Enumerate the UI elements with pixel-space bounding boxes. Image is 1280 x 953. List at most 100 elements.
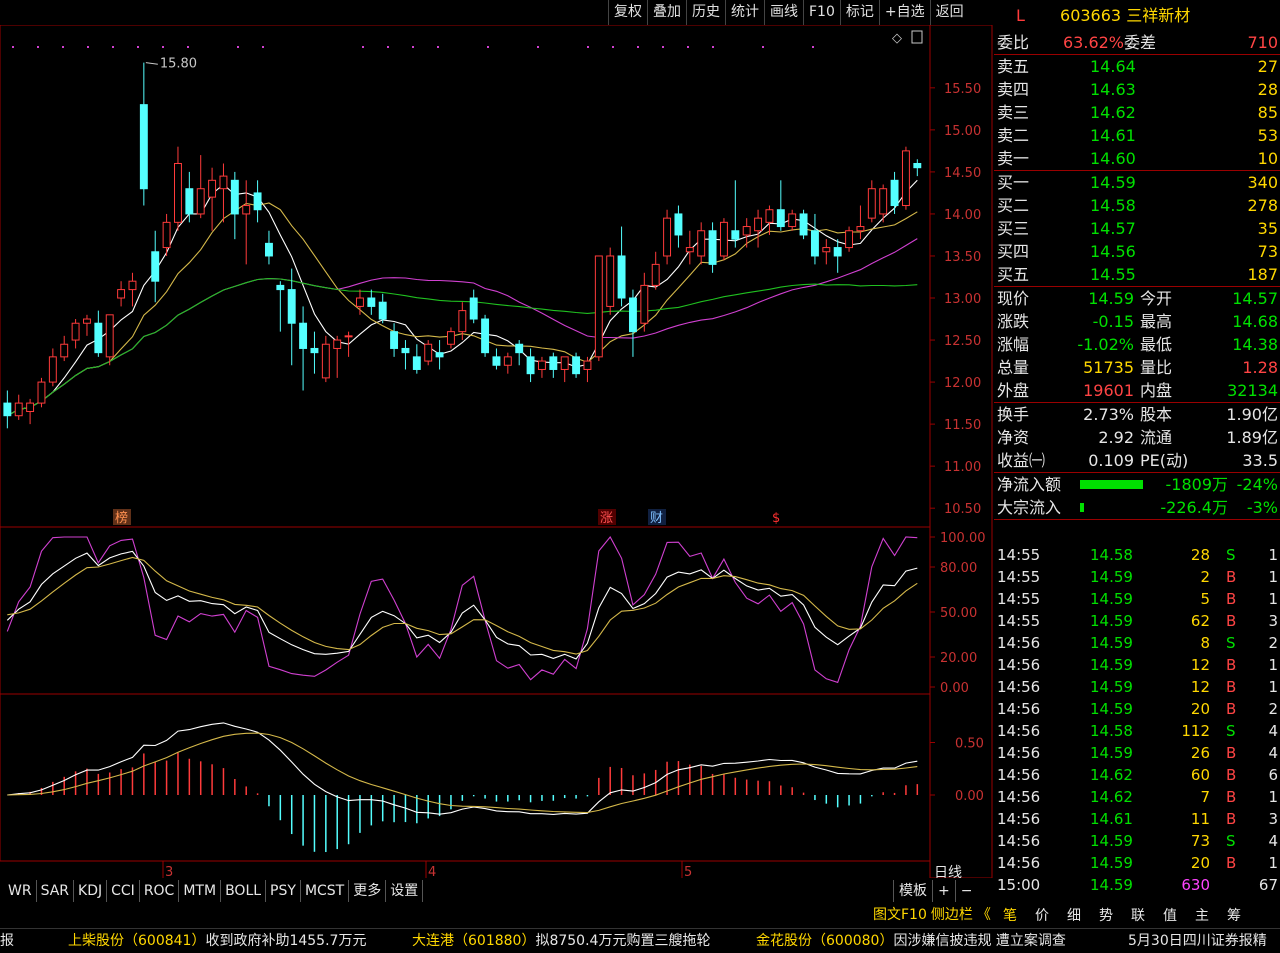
- side-button[interactable]: 《: [975, 904, 993, 926]
- candle-body[interactable]: [550, 357, 557, 370]
- candle-body[interactable]: [538, 361, 545, 369]
- tick-list[interactable]: 14:55 14.58 28 S 1 14:55 14.59 2 B 1 14:55 14.59 5 B 1…: [994, 544, 1280, 896]
- candle-body[interactable]: [789, 214, 796, 227]
- news-ticker[interactable]: 报上柴股份（600841）收到政府补助1455.7万元 大连港（601880）拟8…: [0, 928, 1280, 953]
- candle-body[interactable]: [129, 281, 136, 289]
- candle-body[interactable]: [277, 285, 284, 289]
- bids-row[interactable]: 买二 14.58 278: [994, 194, 1280, 217]
- news-item[interactable]: 报: [0, 929, 14, 953]
- candle-body[interactable]: [27, 403, 34, 411]
- detail-tab[interactable]: 筹: [1218, 904, 1250, 928]
- candle-body[interactable]: [470, 298, 477, 319]
- kline-chart[interactable]: 15.50 15.00 14.50 14.00 13.50 13.00 12.50 12.00…: [0, 25, 993, 878]
- detail-tab[interactable]: 势: [1090, 904, 1122, 928]
- candle-body[interactable]: [573, 357, 580, 374]
- candle-body[interactable]: [197, 189, 204, 214]
- candle-body[interactable]: [391, 332, 398, 349]
- asks-row[interactable]: 卖一 14.60 10: [994, 147, 1280, 170]
- candle-body[interactable]: [436, 353, 443, 357]
- asks-row[interactable]: 卖五 14.64 27: [994, 55, 1280, 78]
- toolbar-button[interactable]: 返回: [930, 0, 969, 25]
- asks-row[interactable]: 卖三 14.62 85: [994, 101, 1280, 124]
- kline-chart-panel[interactable]: 15.50 15.00 14.50 14.00 13.50 13.00 12.50 12.00…: [0, 25, 993, 878]
- candle-body[interactable]: [629, 298, 636, 332]
- candle-body[interactable]: [618, 256, 625, 298]
- candle-body[interactable]: [834, 248, 841, 256]
- news-item[interactable]: 大连港（601880）拟8750.4万元购置三艘拖轮: [412, 929, 710, 953]
- candle-body[interactable]: [413, 357, 420, 370]
- candle-body[interactable]: [891, 180, 898, 205]
- detail-tab[interactable]: 值: [1154, 904, 1186, 928]
- toolbar-button[interactable]: 画线: [764, 0, 803, 25]
- candle-body[interactable]: [777, 210, 784, 227]
- candle-body[interactable]: [664, 218, 671, 256]
- detail-tab[interactable]: 主: [1186, 904, 1218, 928]
- candle-body[interactable]: [823, 248, 830, 252]
- candle-body[interactable]: [84, 319, 91, 323]
- indicator-tab[interactable]: MTM: [179, 880, 221, 902]
- period-label[interactable]: 日线: [934, 862, 962, 882]
- toolbar-button[interactable]: 叠加: [647, 0, 686, 25]
- indicator-tab[interactable]: CCI: [107, 880, 140, 902]
- candle-body[interactable]: [379, 302, 386, 319]
- candle-body[interactable]: [288, 290, 295, 324]
- candle-body[interactable]: [868, 189, 875, 218]
- candle-body[interactable]: [652, 264, 659, 285]
- candle-body[interactable]: [800, 214, 807, 235]
- candle-body[interactable]: [402, 348, 409, 352]
- detail-tab[interactable]: 细: [1058, 904, 1090, 928]
- candle-body[interactable]: [345, 336, 352, 337]
- indicator-tab[interactable]: SAR: [37, 880, 74, 902]
- side-button[interactable]: 图文F10: [871, 904, 929, 926]
- indicator-tab[interactable]: 设置: [386, 880, 423, 902]
- event-marker[interactable]: 榜: [115, 510, 128, 526]
- bids-row[interactable]: 买四 14.56 73: [994, 240, 1280, 263]
- candle-body[interactable]: [584, 361, 591, 369]
- candle-body[interactable]: [334, 340, 341, 348]
- candle-body[interactable]: [914, 163, 921, 167]
- toolbar-button[interactable]: +自选: [879, 0, 930, 25]
- candle-body[interactable]: [459, 311, 466, 332]
- candle-body[interactable]: [175, 163, 182, 222]
- candle-body[interactable]: [709, 231, 716, 265]
- candle-body[interactable]: [254, 193, 261, 210]
- toolbar-button[interactable]: 统计: [725, 0, 764, 25]
- candle-body[interactable]: [447, 332, 454, 345]
- candle-body[interactable]: [140, 105, 147, 189]
- candle-body[interactable]: [425, 344, 432, 361]
- event-marker[interactable]: 财: [650, 511, 663, 526]
- candle-body[interactable]: [152, 252, 159, 281]
- bids-row[interactable]: 买三 14.57 35: [994, 217, 1280, 240]
- event-marker[interactable]: 涨: [600, 511, 613, 526]
- bids-row[interactable]: 买一 14.59 340: [994, 171, 1280, 194]
- template-tab[interactable]: −: [955, 880, 978, 902]
- candle-body[interactable]: [846, 231, 853, 248]
- candle-body[interactable]: [72, 323, 79, 340]
- indicator-tab[interactable]: KDJ: [74, 880, 107, 902]
- candle-body[interactable]: [186, 189, 193, 214]
- detail-tab[interactable]: 联: [1122, 904, 1154, 928]
- candle-body[interactable]: [4, 403, 11, 416]
- candle-body[interactable]: [95, 323, 102, 352]
- indicator-tab[interactable]: WR: [0, 880, 37, 902]
- toolbar-button[interactable]: 历史: [686, 0, 725, 25]
- candle-body[interactable]: [561, 357, 568, 370]
- candle-body[interactable]: [209, 180, 216, 197]
- candle-body[interactable]: [720, 222, 727, 256]
- asks-row[interactable]: 卖四 14.63 28: [994, 78, 1280, 101]
- restore-icon[interactable]: [912, 31, 922, 43]
- candle-body[interactable]: [356, 298, 363, 306]
- candle-body[interactable]: [504, 357, 511, 365]
- toolbar-button[interactable]: 标记: [840, 0, 879, 25]
- candle-body[interactable]: [527, 357, 534, 374]
- template-tab[interactable]: 模板: [893, 880, 932, 902]
- candle-body[interactable]: [641, 285, 648, 323]
- candle-body[interactable]: [163, 222, 170, 247]
- asks-row[interactable]: 卖二 14.61 53: [994, 124, 1280, 147]
- toolbar-button[interactable]: 复权: [608, 0, 647, 25]
- toolbar-button[interactable]: F10: [803, 0, 840, 25]
- candle-body[interactable]: [231, 180, 238, 214]
- candle-body[interactable]: [516, 344, 523, 352]
- indicator-tab[interactable]: PSY: [266, 880, 301, 902]
- candle-body[interactable]: [743, 227, 750, 235]
